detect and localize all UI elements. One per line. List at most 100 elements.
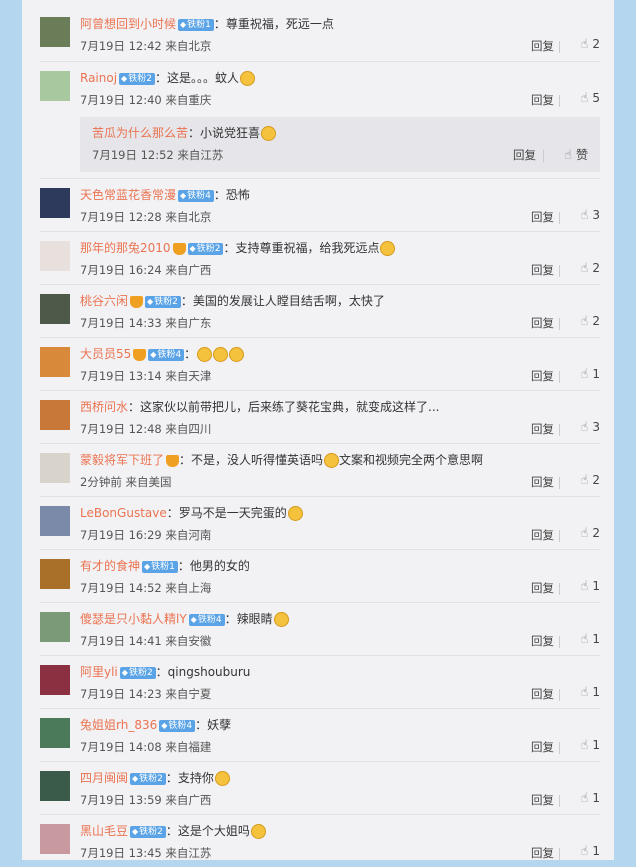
like-button[interactable]: ☝ 2 xyxy=(564,314,600,329)
diamond-icon: ◆ xyxy=(132,773,139,783)
thumbs-up-icon: ☝ xyxy=(564,148,572,163)
commenter-name-link[interactable]: 四月闽闽 xyxy=(80,771,128,785)
avatar[interactable] xyxy=(40,400,70,430)
like-button[interactable]: ☝ 2 xyxy=(564,473,600,488)
action-divider xyxy=(559,636,560,648)
comment-item: 兔姐姐rh_836 ◆铁粉4 ：妖孽 7月19日 14:08 来自福建 回复 ☝ 1 xyxy=(40,708,600,761)
reply-button[interactable]: 回复 xyxy=(531,368,554,384)
comment-text-continued: 文案和视频完全两个意思啊 xyxy=(339,453,484,467)
avatar[interactable] xyxy=(40,771,70,801)
like-button[interactable]: ☝ 2 xyxy=(564,526,600,541)
thumbs-up-icon: ☝ xyxy=(580,367,589,382)
commenter-name-link[interactable]: 阿曾想回到小时候 xyxy=(80,17,176,31)
like-button[interactable]: ☝ 1 xyxy=(564,844,600,859)
avatar[interactable] xyxy=(40,188,70,218)
reply-button[interactable]: 回复 xyxy=(531,262,554,278)
reply-button[interactable]: 回复 xyxy=(531,527,554,543)
reply-button[interactable]: 回复 xyxy=(531,792,554,808)
comment-meta: 7月19日 12:28 来自北京 xyxy=(80,209,211,225)
avatar[interactable] xyxy=(40,71,70,101)
like-button[interactable]: ☝ 2 xyxy=(564,261,600,276)
commenter-name-link[interactable]: 桃谷六闲 xyxy=(80,294,128,308)
commenter-name-link[interactable]: 那年的那兔2010 xyxy=(80,241,171,255)
action-divider xyxy=(559,848,560,860)
comment-text: ：这是个大姐吗 xyxy=(165,824,250,838)
commenter-name-link[interactable]: 大员员55 xyxy=(80,347,131,361)
comment-timestamp: 7月19日 14:33 xyxy=(80,316,162,330)
comment-location: 来自重庆 xyxy=(165,93,212,107)
avatar[interactable] xyxy=(40,347,70,377)
like-button[interactable]: ☝ 1 xyxy=(564,738,600,753)
avatar[interactable] xyxy=(40,17,70,47)
reply-button[interactable]: 回复 xyxy=(531,686,554,702)
reply-button[interactable]: 回复 xyxy=(531,739,554,755)
reply-button[interactable]: 回复 xyxy=(531,209,554,225)
nested-reply: 苦瓜为什么那么苦：小说党狂喜 7月19日 12:52 来自江苏 回复 ☝ 赞 xyxy=(80,117,600,172)
like-button[interactable]: ☝ 5 xyxy=(564,91,600,106)
reply-button[interactable]: 回复 xyxy=(531,580,554,596)
reply-button[interactable]: 回复 xyxy=(513,147,536,163)
comment-meta: 7月19日 12:48 来自四川 xyxy=(80,421,211,437)
action-divider xyxy=(559,795,560,807)
avatar[interactable] xyxy=(40,453,70,483)
diamond-icon: ◆ xyxy=(180,190,187,200)
avatar[interactable] xyxy=(40,294,70,324)
commenter-name-link[interactable]: 黑山毛豆 xyxy=(80,824,128,838)
fan-badge-label: 铁粉2 xyxy=(128,73,152,84)
like-button[interactable]: ☝ 1 xyxy=(564,367,600,382)
avatar[interactable] xyxy=(40,718,70,748)
avatar[interactable] xyxy=(40,824,70,854)
reply-button[interactable]: 回复 xyxy=(531,421,554,437)
like-button[interactable]: ☝ 3 xyxy=(564,420,600,435)
like-button[interactable]: ☝ 1 xyxy=(564,791,600,806)
reply-button[interactable]: 回复 xyxy=(531,315,554,331)
fan-badge-label: 铁粉2 xyxy=(154,296,178,307)
comment-item: 阿里yli ◆铁粉2 ：qingshouburu 7月19日 14:23 来自宁夏 回复… xyxy=(40,655,600,708)
comment-location: 来自宁夏 xyxy=(165,687,212,701)
comment-text: ： xyxy=(184,347,197,361)
fan-badge: ◆铁粉4 xyxy=(178,189,214,202)
like-count: 2 xyxy=(592,314,600,328)
like-button[interactable]: ☝ 3 xyxy=(564,208,600,223)
action-divider xyxy=(559,530,560,542)
like-button[interactable]: ☝ 1 xyxy=(564,685,600,700)
like-count: 2 xyxy=(592,526,600,540)
comment-meta: 2分钟前 来自美国 xyxy=(80,474,171,490)
reply-button[interactable]: 回复 xyxy=(531,92,554,108)
avatar[interactable] xyxy=(40,241,70,271)
comment-body: 阿里yli ◆铁粉2 ：qingshouburu xyxy=(80,663,250,681)
reply-button[interactable]: 回复 xyxy=(531,633,554,649)
commenter-name-link[interactable]: 有才的食神 xyxy=(80,559,140,573)
reply-button[interactable]: 回复 xyxy=(531,38,554,54)
vip-crown-icon xyxy=(130,295,144,308)
comment-location: 来自河南 xyxy=(165,528,212,542)
commenter-name-link[interactable]: 西桥问水 xyxy=(80,400,128,414)
avatar[interactable] xyxy=(40,612,70,642)
avatar[interactable] xyxy=(40,559,70,589)
comment-body: 西桥问水：这家伙以前带把儿，后来练了葵花宝典，就变成这样了... xyxy=(80,398,439,416)
comment-body: 大员员55 ◆铁粉4： xyxy=(80,345,245,363)
commenter-name-link[interactable]: Rainoj xyxy=(80,71,117,85)
commenter-name-link[interactable]: LeBonGustave xyxy=(80,506,167,520)
like-button[interactable]: ☝ 赞 xyxy=(544,146,588,163)
commenter-name-link[interactable]: 兔姐姐rh_836 xyxy=(80,718,157,732)
avatar[interactable] xyxy=(40,665,70,695)
commenter-name-link[interactable]: 傻瑟是只小黏人精lY xyxy=(80,612,187,626)
comment-meta: 7月19日 16:24 来自广西 xyxy=(80,262,211,278)
reply-button[interactable]: 回复 xyxy=(531,474,554,490)
reply-button[interactable]: 回复 xyxy=(531,845,554,861)
commenter-name-link[interactable]: 苦瓜为什么那么苦 xyxy=(92,126,188,140)
avatar[interactable] xyxy=(40,506,70,536)
like-button[interactable]: ☝ 1 xyxy=(564,632,600,647)
fan-badge-label: 铁粉2 xyxy=(196,243,221,254)
commenter-name-link[interactable]: 阿里yli xyxy=(80,665,118,679)
commenter-name-link[interactable]: 天色常蓝花香常漫 xyxy=(80,188,176,202)
fan-badge: ◆铁粉4 xyxy=(188,613,225,626)
like-button[interactable]: ☝ 1 xyxy=(564,579,600,594)
action-divider xyxy=(559,41,560,53)
fan-badge-label: 铁粉2 xyxy=(139,773,163,784)
like-button[interactable]: ☝ 2 xyxy=(564,37,600,52)
comment-location: 来自广东 xyxy=(165,316,212,330)
comment-location: 来自天津 xyxy=(165,369,212,383)
commenter-name-link[interactable]: 蒙毅将军下班了 xyxy=(80,453,164,467)
